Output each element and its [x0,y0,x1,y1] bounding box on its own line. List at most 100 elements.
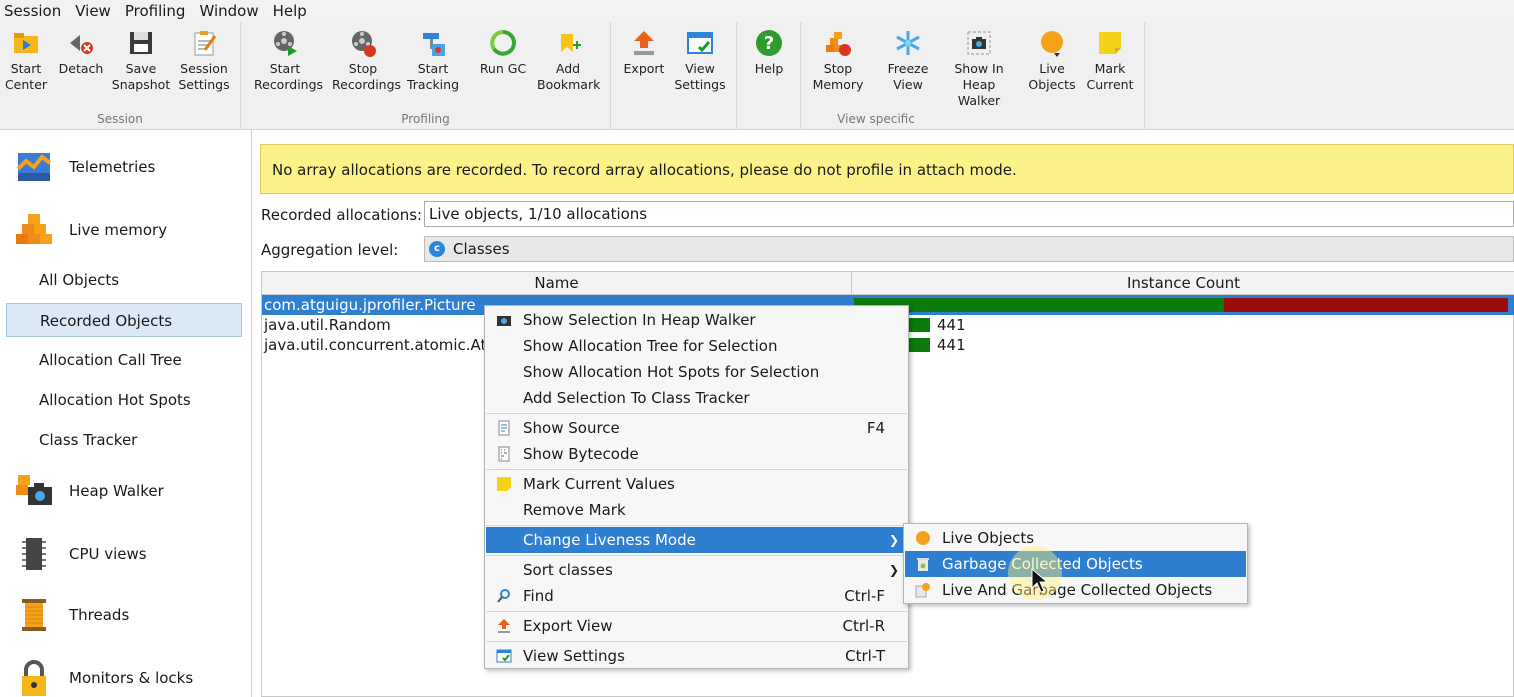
nav-threads[interactable]: Threads [14,593,129,637]
instance-count-value: 441 [937,316,966,334]
bookmark-add-icon [561,34,581,52]
submenu-item-garbage-collected-objects[interactable]: Garbage Collected Objects [905,551,1246,577]
lock-icon [22,660,46,696]
mark-current-button[interactable]: Mark Current [1079,28,1141,93]
export-arrow-icon [634,31,654,55]
menu-item-show-bytecode[interactable]: Show Bytecode [486,441,907,467]
stop-memory-button[interactable]: Stop Memory [807,28,869,93]
nav-cpu-views[interactable]: CPU views [14,532,147,576]
aggregation-level-label: Aggregation level: [261,241,399,259]
menu-profiling[interactable]: Profiling [121,2,190,20]
column-header-instance-count[interactable]: Instance Count [852,272,1514,295]
menu-item-label: Sort classes [523,561,613,579]
toolbar: Start Center Detach Save Snapshot Sessio… [0,22,1514,130]
jprofiler-window: Session View Profiling Window Help Start… [0,0,1514,697]
menu-item-show-selection-heap-walker[interactable]: Show Selection In Heap Walker [486,307,907,333]
nav-all-objects[interactable]: All Objects [6,263,242,297]
settings-clipboard-icon [194,31,217,56]
toolbar-group-export: Export View Settings [611,22,737,130]
live-objects-icon [1041,31,1063,57]
menu-help[interactable]: Help [269,2,311,20]
freeze-view-label: Freeze View [887,61,929,92]
nav-threads-label: Threads [69,606,130,624]
nav-allocation-hot-spots[interactable]: Allocation Hot Spots [6,383,242,417]
source-file-icon [498,420,510,436]
menu-item-mark-current-values[interactable]: Mark Current Values [486,471,907,497]
menu-window[interactable]: Window [195,2,262,20]
start-recordings-button[interactable]: Start Recordings [254,28,323,93]
row-class-name: java.util.concurrent.atomic.Ato [264,336,496,354]
help-button[interactable]: ? Help [738,28,800,77]
toolbar-group-profiling-label: Profiling [401,112,450,126]
menu-item-show-source[interactable]: Show Source F4 [486,415,907,441]
detach-button[interactable]: Detach [50,28,112,77]
toolbar-group-session-label: Session [97,112,143,126]
menu-item-view-settings[interactable]: View Settings Ctrl-T [486,643,907,669]
add-bookmark-label: Add Bookmark [537,61,601,92]
nav-monitors-locks[interactable]: Monitors & locks [14,656,193,697]
memory-stop-icon [826,32,851,56]
session-settings-button[interactable]: Session Settings [173,28,235,93]
toolbar-group-view-specific: Stop Memory Freeze View Show In Heap Wal… [801,22,1145,130]
table-header: Name Instance Count [262,272,1514,295]
nav-heap-walker[interactable]: Heap Walker [14,469,164,513]
live-objects-button[interactable]: Live Objects [1021,28,1083,93]
menu-item-label: Show Source [523,419,620,437]
stop-recordings-button[interactable]: Stop Recordings [332,28,401,93]
menu-item-remove-mark[interactable]: Remove Mark [486,497,907,523]
show-in-heap-walker-button[interactable]: Show In Heap Walker [941,28,1017,109]
sticky-note-icon [497,477,511,491]
detach-icon [70,35,93,54]
menu-item-label: Find [523,587,554,605]
submenu-arrow-icon: ❯ [888,563,899,577]
nav-live-memory-label: Live memory [69,221,168,239]
freeze-view-button[interactable]: Freeze View [877,28,939,93]
nav-recorded-objects[interactable]: Recorded Objects [6,303,242,337]
live-objects-icon [916,531,930,545]
cpu-chip-icon [22,538,46,570]
export-arrow-icon [498,619,510,633]
menu-item-show-allocation-tree[interactable]: Show Allocation Tree for Selection [486,333,907,359]
menu-item-label: Change Liveness Mode [523,531,696,549]
menu-item-find[interactable]: Find Ctrl-F [486,583,907,609]
menu-item-show-allocation-hot-spots[interactable]: Show Allocation Hot Spots for Selection [486,359,907,385]
nav-allocation-call-tree[interactable]: Allocation Call Tree [6,343,242,377]
aggregation-level-combo[interactable]: c Classes [424,236,1514,262]
menu-item-label: Show Bytecode [523,445,639,463]
submenu-item-live-and-gc-objects[interactable]: Live And Garbage Collected Objects [905,577,1246,603]
nav-telemetries-label: Telemetries [69,158,156,176]
nav-cpu-views-label: CPU views [69,545,147,563]
bytecode-icon [498,446,510,462]
export-button[interactable]: Export [613,28,675,77]
menu-view[interactable]: View [71,2,115,20]
menu-item-sort-classes[interactable]: Sort classes ❯ [486,557,907,583]
start-center-button[interactable]: Start Center [0,28,57,93]
show-in-heap-walker-label: Show In Heap Walker [954,61,1004,108]
recorded-allocations-field[interactable]: Live objects, 1/10 allocations [424,201,1514,227]
help-label: Help [754,61,784,76]
instance-count-bar-gc [1224,298,1508,312]
menu-item-export-view[interactable]: Export View Ctrl-R [486,613,907,639]
live-objects-label: Live Objects [1028,61,1076,92]
menu-item-add-to-class-tracker[interactable]: Add Selection To Class Tracker [486,385,907,411]
shortcut-ctrl-f: Ctrl-F [844,587,885,605]
menu-item-label: View Settings [523,647,625,665]
start-tracking-label: Start Tracking [406,61,460,92]
add-bookmark-button[interactable]: Add Bookmark [537,28,601,93]
nav-live-memory[interactable]: Live memory [14,208,167,252]
toolbar-group-view-specific-label: View specific [837,112,915,126]
view-settings-icon [496,649,512,663]
row-class-name: java.util.Random [264,316,391,334]
trash-bin-icon [917,558,929,571]
column-header-name[interactable]: Name [262,272,851,295]
nav-telemetries[interactable]: Telemetries [14,145,155,189]
tracking-icon [423,33,445,56]
view-settings-button[interactable]: View Settings [669,28,731,93]
save-snapshot-button[interactable]: Save Snapshot [110,28,172,93]
submenu-item-live-objects[interactable]: Live Objects [905,525,1246,551]
run-gc-button[interactable]: Run GC [472,28,534,77]
menu-session[interactable]: Session [0,2,65,20]
start-tracking-button[interactable]: Start Tracking [402,28,464,93]
nav-class-tracker[interactable]: Class Tracker [6,423,242,457]
menu-item-change-liveness-mode[interactable]: Change Liveness Mode ❯ [486,527,907,553]
